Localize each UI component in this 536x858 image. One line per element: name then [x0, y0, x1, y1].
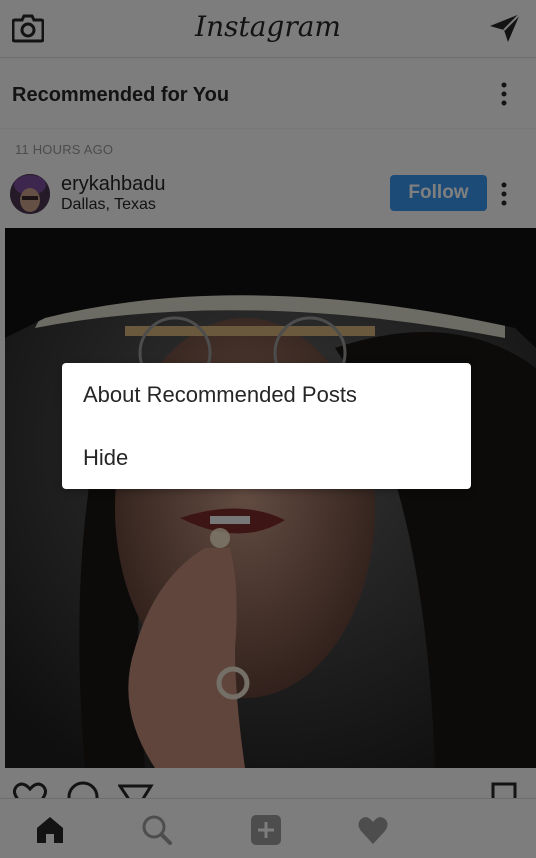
- context-menu: About Recommended Posts Hide: [62, 363, 471, 489]
- menu-item-hide[interactable]: Hide: [62, 426, 471, 489]
- menu-item-about-recommended-posts[interactable]: About Recommended Posts: [62, 363, 471, 426]
